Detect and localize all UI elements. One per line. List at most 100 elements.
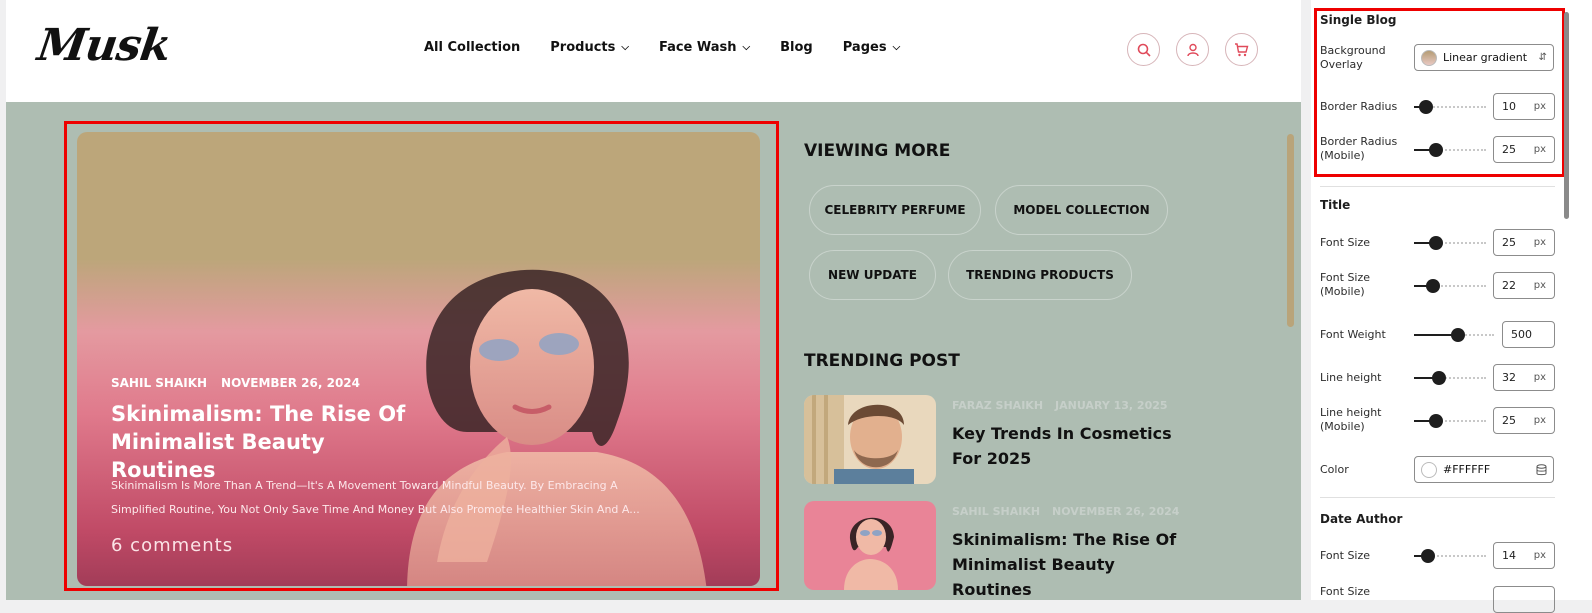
color-swatch-icon [1421, 461, 1437, 478]
color-value: #FFFFFF [1443, 463, 1491, 476]
font-size-mobile-label: Font Size (Mobile) [1320, 271, 1371, 298]
slider-handle[interactable] [1429, 236, 1443, 250]
unit-label: px [1533, 237, 1546, 248]
tag-celebrity-perfume[interactable]: CELEBRITY PERFUME [809, 185, 981, 235]
title-font-weight-slider[interactable] [1414, 328, 1494, 342]
input-value: 14 [1502, 549, 1516, 562]
title-color-picker[interactable]: #FFFFFF [1414, 456, 1554, 483]
nav-label: All Collection [424, 40, 521, 55]
input-value: 22 [1502, 279, 1516, 292]
title-font-size-slider[interactable] [1414, 236, 1486, 250]
post-author[interactable]: SAHIL SHAIKH [111, 376, 207, 390]
nav-products[interactable]: Products ⌵ [550, 40, 629, 55]
trending-post-image [804, 395, 936, 484]
featured-post-title[interactable]: Skinimalism: The Rise Of Minimalist Beau… [111, 400, 431, 484]
background-overlay-select[interactable]: Linear gradient ⇵ [1414, 44, 1554, 71]
featured-blog-card[interactable]: SAHIL SHAIKH NOVEMBER 26, 2024 Skinimali… [77, 132, 760, 586]
site-header: Musk All Collection Products ⌵ Face Wash… [6, 0, 1301, 102]
post-author[interactable]: SAHIL SHAIKH [952, 505, 1040, 518]
unit-label: px [1533, 101, 1546, 112]
title-font-weight-input[interactable]: 500 [1502, 321, 1555, 348]
featured-post-meta: SAHIL SHAIKH NOVEMBER 26, 2024 [111, 376, 360, 390]
slider-handle[interactable] [1419, 100, 1433, 114]
title-font-size-input[interactable]: 25 px [1493, 229, 1555, 256]
trending-post-title-link[interactable]: Skinimalism: The Rise Of Minimalist Beau… [952, 527, 1192, 602]
account-button[interactable] [1176, 33, 1209, 66]
line-height-mobile-label: Line height (Mobile) [1320, 406, 1382, 433]
cart-button[interactable] [1225, 33, 1258, 66]
group-title-single-blog: Single Blog [1320, 13, 1397, 27]
border-radius-label: Border Radius [1320, 100, 1398, 113]
chevron-down-icon: ⌵ [742, 41, 751, 53]
trending-post-title: TRENDING POST [804, 351, 960, 371]
font-size-label: Font Size [1320, 236, 1371, 249]
nav-pages[interactable]: Pages ⌵ [843, 40, 900, 55]
post-author[interactable]: FARAZ SHAIKH [952, 399, 1043, 412]
border-radius-mobile-input[interactable]: 25 px [1493, 136, 1555, 163]
preview-scrollbar-thumb[interactable] [1287, 134, 1294, 327]
nav-face-wash[interactable]: Face Wash ⌵ [659, 40, 750, 55]
nav-label: Blog [780, 40, 813, 55]
slider-handle[interactable] [1432, 371, 1446, 385]
title-line-height-mobile-slider[interactable] [1414, 414, 1486, 428]
nav-all-collection[interactable]: All Collection [424, 40, 520, 55]
unit-label: px [1533, 280, 1546, 291]
divider [1320, 497, 1555, 498]
date-author-font-size-input[interactable]: 14 px [1493, 542, 1555, 569]
chevron-down-icon: ⌵ [892, 41, 901, 53]
slider-handle[interactable] [1429, 143, 1443, 157]
font-weight-label: Font Weight [1320, 328, 1386, 341]
post-date: NOVEMBER 26, 2024 [221, 376, 360, 390]
nav-label: Products [550, 40, 616, 55]
header-actions [1127, 33, 1258, 66]
title-line-height-slider[interactable] [1414, 371, 1486, 385]
border-radius-input[interactable]: 10 px [1493, 93, 1555, 120]
nav-label: Pages [842, 40, 887, 55]
chevron-down-icon: ⌵ [621, 41, 629, 53]
database-icon[interactable] [1536, 463, 1547, 476]
input-value: 10 [1502, 100, 1516, 113]
select-value: Linear gradient [1443, 51, 1528, 64]
cart-icon [1235, 42, 1249, 56]
trending-post-title-link[interactable]: Key Trends In Cosmetics For 2025 [952, 421, 1192, 471]
font-size-mobile-label: Font Size [1320, 585, 1371, 598]
border-radius-mobile-slider[interactable] [1414, 143, 1486, 157]
border-radius-mobile-label: Border Radius (Mobile) [1320, 135, 1398, 162]
search-button[interactable] [1127, 33, 1160, 66]
group-title-title: Title [1320, 198, 1351, 212]
panel-scrollbar-thumb[interactable] [1564, 12, 1569, 219]
input-value: 25 [1502, 143, 1516, 156]
title-line-height-input[interactable]: 32 px [1493, 364, 1555, 391]
featured-post-comments[interactable]: 6 comments [111, 535, 233, 556]
user-icon [1186, 43, 1199, 56]
unit-label: px [1533, 415, 1546, 426]
tag-new-update[interactable]: NEW UPDATE [809, 250, 936, 300]
tag-model-collection[interactable]: MODEL COLLECTION [995, 185, 1168, 235]
slider-handle[interactable] [1429, 414, 1443, 428]
search-icon [1137, 43, 1151, 57]
gradient-swatch-icon [1421, 49, 1437, 66]
slider-handle[interactable] [1421, 549, 1435, 563]
input-value: 32 [1502, 371, 1516, 384]
date-author-font-size-slider[interactable] [1414, 549, 1486, 563]
post-date: NOVEMBER 26, 2024 [1052, 505, 1180, 518]
nav-blog[interactable]: Blog [780, 40, 813, 55]
border-radius-slider[interactable] [1414, 100, 1486, 114]
site-logo[interactable]: Musk [34, 20, 173, 71]
title-line-height-mobile-input[interactable]: 25 px [1493, 407, 1555, 434]
viewing-more-title: VIEWING MORE [804, 141, 951, 161]
input-value: 25 [1502, 236, 1516, 249]
unit-label: px [1533, 144, 1546, 155]
trending-post-thumb[interactable] [804, 395, 936, 484]
trending-post-image [804, 501, 936, 590]
line-height-label: Line height [1320, 371, 1382, 384]
trending-post-meta: SAHIL SHAIKH NOVEMBER 26, 2024 [952, 505, 1179, 518]
trending-post-meta: FARAZ SHAIKH JANUARY 13, 2025 [952, 399, 1168, 412]
slider-handle[interactable] [1451, 328, 1465, 342]
divider [1320, 186, 1555, 187]
tag-trending-products[interactable]: TRENDING PRODUCTS [948, 250, 1132, 300]
title-font-size-mobile-input[interactable]: 22 px [1493, 272, 1555, 299]
trending-post-thumb[interactable] [804, 501, 936, 590]
title-font-size-mobile-slider[interactable] [1414, 279, 1486, 293]
slider-handle[interactable] [1426, 279, 1440, 293]
